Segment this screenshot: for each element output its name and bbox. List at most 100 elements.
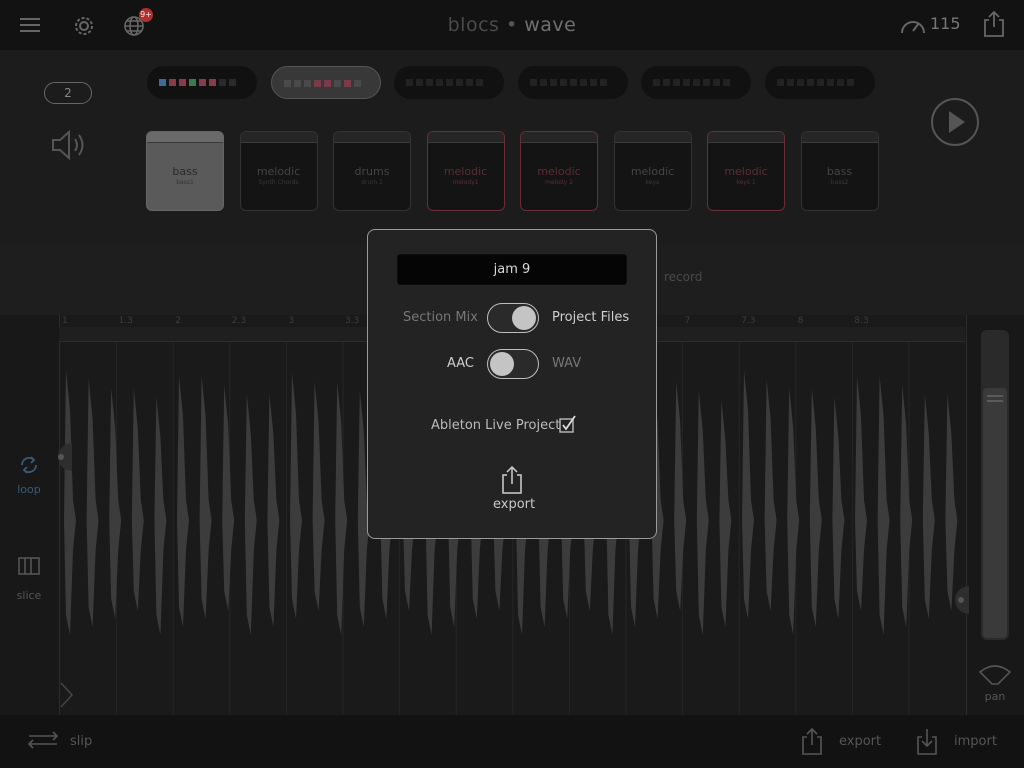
slice-icon[interactable]: [17, 556, 41, 576]
ruler-tick-label: 3: [288, 316, 295, 326]
share-icon[interactable]: [982, 10, 1006, 38]
ruler-tick-label: 2.3: [231, 316, 247, 326]
track-tile[interactable]: drums drum 1: [333, 131, 411, 211]
preset-pill[interactable]: [641, 66, 751, 99]
left-handle[interactable]: [52, 443, 72, 471]
track-subtitle: bass1: [176, 179, 194, 186]
track-tile[interactable]: melodic melody 2: [520, 131, 598, 211]
waveform-peak: [674, 382, 687, 611]
preset-pill[interactable]: [517, 66, 628, 99]
ruler-tick-label: 3.3: [345, 316, 360, 326]
ruler-tick-label: 7.3: [741, 316, 756, 326]
section-number[interactable]: 2: [44, 82, 92, 104]
preset-color-square: [313, 80, 321, 87]
track-name: bass: [172, 165, 198, 178]
track-name: drums: [354, 165, 390, 178]
track-pattern-strip: [614, 132, 691, 143]
import-label[interactable]: import: [954, 734, 997, 749]
play-button[interactable]: [930, 97, 980, 147]
slice-label[interactable]: slice: [16, 589, 42, 602]
preset-color-square: [169, 79, 176, 86]
preset-pill[interactable]: [270, 66, 381, 99]
loop-icon[interactable]: [18, 454, 40, 476]
modal-export-label[interactable]: export: [493, 497, 535, 512]
waveform-peak: [312, 382, 325, 611]
pan-label[interactable]: pan: [983, 690, 1007, 703]
scroll-chevron-icon[interactable]: [59, 681, 75, 709]
waveform-peak: [945, 394, 958, 611]
ruler-tick-label: 2: [175, 316, 181, 326]
track-pattern-strip: [240, 132, 317, 143]
preset-color-square: [476, 79, 483, 86]
tempo-gauge-icon[interactable]: [899, 14, 927, 36]
waveform-peak: [177, 376, 189, 627]
preset-color-square: [569, 79, 577, 86]
right-handle[interactable]: [949, 586, 969, 614]
preset-color-square: [549, 79, 557, 86]
export-icon[interactable]: [800, 726, 824, 756]
waveform-peak: [855, 376, 867, 611]
track-name: melodic: [443, 165, 488, 178]
app-title-left: blocs: [447, 14, 500, 36]
app-title-separator: •: [505, 14, 518, 36]
pan-icon[interactable]: [978, 662, 1012, 686]
preset-color-square: [466, 79, 473, 86]
preset-color-square: [293, 80, 301, 87]
preset-color-square: [416, 79, 423, 86]
track-tile[interactable]: bass bass1: [146, 131, 224, 211]
preset-color-square: [446, 79, 453, 86]
ruler-tick-label: 8: [797, 316, 804, 326]
preset-color-square: [219, 79, 226, 86]
track-pattern-strip: [334, 132, 410, 143]
preset-color-square: [529, 79, 537, 86]
track-name: melodic: [537, 165, 581, 178]
track-name: bass: [826, 165, 853, 178]
project-name-field[interactable]: jam 9: [397, 254, 627, 285]
slip-icon[interactable]: [25, 730, 61, 750]
track-tile[interactable]: melodic keys 1: [707, 131, 785, 211]
preset-pill[interactable]: [147, 66, 257, 99]
preset-color-square: [663, 79, 670, 86]
waveform-peak: [922, 394, 935, 619]
record-label[interactable]: record: [664, 270, 702, 284]
export-label[interactable]: export: [839, 734, 881, 749]
fader-handle[interactable]: [985, 393, 1005, 405]
waveform-peak: [335, 382, 348, 635]
track-pattern-strip: [521, 132, 597, 143]
preset-color-square: [673, 79, 680, 86]
track-tile[interactable]: melodic keys: [613, 131, 692, 211]
preset-color-square: [723, 79, 730, 86]
preset-color-square: [703, 79, 710, 86]
format-toggle[interactable]: [487, 349, 539, 379]
preset-color-square: [343, 80, 351, 87]
waveform-peak: [742, 370, 754, 619]
preset-color-square: [836, 79, 844, 86]
track-name: melodic: [724, 165, 768, 178]
preset-color-square: [816, 79, 824, 86]
section-mix-label: Section Mix: [403, 310, 478, 325]
waveform-peak: [154, 397, 167, 635]
tempo-value[interactable]: 115: [930, 14, 961, 33]
preset-pill[interactable]: [764, 66, 875, 99]
track-tile[interactable]: melodic melody1: [426, 131, 505, 211]
track-tile[interactable]: bass bass2: [800, 131, 879, 211]
slip-label[interactable]: slip: [70, 734, 92, 749]
modal-export-button[interactable]: [499, 465, 525, 495]
waveform-peak: [64, 370, 76, 635]
section-mix-toggle[interactable]: [487, 303, 539, 333]
loop-label[interactable]: loop: [16, 483, 42, 496]
toggle-knob: [512, 306, 536, 330]
ableton-checkbox[interactable]: [558, 415, 578, 435]
preset-color-square: [539, 79, 547, 86]
preset-pill[interactable]: [394, 66, 504, 99]
speaker-icon[interactable]: [50, 128, 90, 162]
waveform-peak: [290, 373, 302, 619]
track-subtitle: Synth Chords: [258, 179, 299, 186]
waveform-peak: [199, 376, 212, 619]
import-icon[interactable]: [915, 726, 939, 756]
preset-color-square: [353, 80, 361, 87]
preset-color-square: [589, 79, 597, 86]
preset-color-square: [559, 79, 567, 86]
aac-label: AAC: [447, 356, 474, 371]
track-tile[interactable]: melodic Synth Chords: [239, 131, 318, 211]
